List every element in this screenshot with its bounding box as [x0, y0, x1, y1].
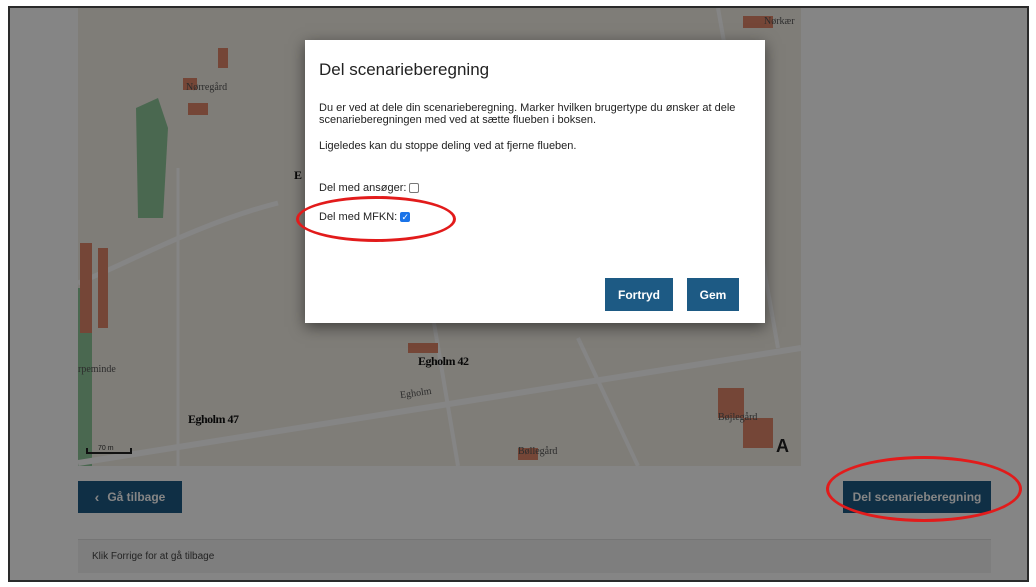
- screenshot-frame: Nørregård Nørkær Egholm Bøjlegård Bølleg…: [8, 6, 1029, 582]
- share-with-mfkn-checkbox[interactable]: ✓: [400, 212, 411, 222]
- share-dialog: Del scenarieberegning Du er ved at dele …: [305, 40, 765, 323]
- dialog-title: Del scenarieberegning: [319, 60, 490, 79]
- share-with-applicant-row[interactable]: Del med ansøger:: [319, 182, 420, 194]
- share-with-mfkn-row[interactable]: Del med MFKN: ✓: [319, 211, 411, 223]
- share-with-applicant-label: Del med ansøger:: [319, 182, 407, 194]
- cancel-button[interactable]: Fortryd: [605, 278, 673, 311]
- share-with-mfkn-label: Del med MFKN:: [319, 211, 398, 223]
- save-button[interactable]: Gem: [687, 278, 739, 311]
- share-with-applicant-checkbox[interactable]: [409, 183, 420, 193]
- dialog-description: Du er ved at dele din scenarieberegning.…: [319, 102, 736, 126]
- dialog-description-stop: Ligeledes kan du stoppe deling ved at fj…: [319, 140, 577, 152]
